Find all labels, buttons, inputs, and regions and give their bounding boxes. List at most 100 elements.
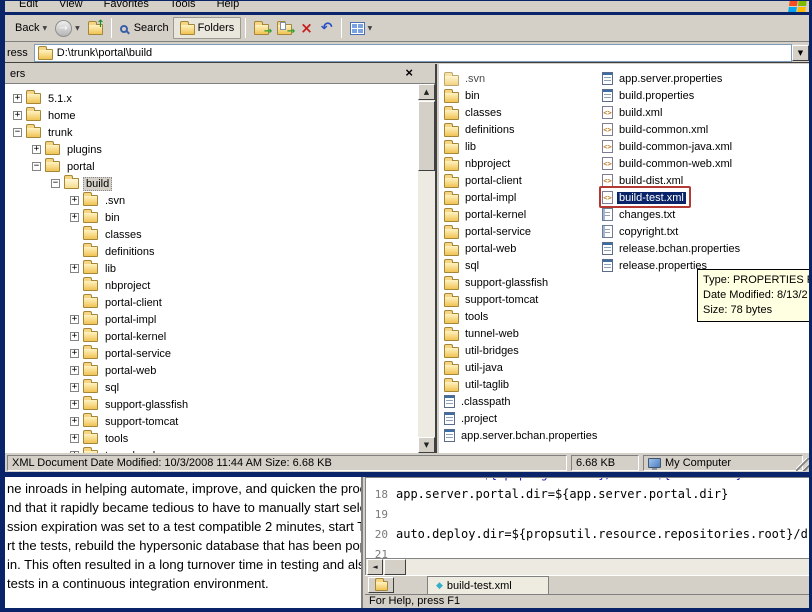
forward-button[interactable]: → ▼ (51, 18, 84, 39)
file-item-support-glassfish[interactable]: support-glassfish (444, 274, 550, 291)
file-item-.svn[interactable]: .svn (444, 70, 487, 87)
menu-item-help[interactable]: Help (217, 1, 240, 10)
expand-icon[interactable]: + (70, 434, 79, 443)
delete-button[interactable]: × (296, 19, 317, 37)
file-item-build-common-web.xml[interactable]: build-common-web.xml (602, 155, 734, 172)
back-button[interactable]: Back ▼ (11, 20, 51, 36)
file-item-classes[interactable]: classes (444, 104, 504, 121)
expand-icon[interactable]: + (70, 264, 79, 273)
file-item-.classpath[interactable]: .classpath (444, 393, 513, 410)
forward-dropdown-icon[interactable]: ▼ (75, 25, 80, 32)
file-item-copyright.txt[interactable]: copyright.txt (602, 223, 680, 240)
up-button[interactable]: ↑ (84, 19, 107, 37)
file-item-sql[interactable]: sql (444, 257, 481, 274)
file-item-release.properties[interactable]: release.properties (602, 257, 709, 274)
file-item-util-taglib[interactable]: util-taglib (444, 376, 511, 393)
file-item-portal-client[interactable]: portal-client (444, 172, 524, 189)
tree-item-definitions[interactable]: definitions (5, 243, 418, 260)
expand-icon[interactable]: + (70, 417, 79, 426)
file-item-build-test.xml[interactable]: build-test.xml (602, 189, 686, 206)
tree-item-lib[interactable]: +lib (5, 260, 418, 277)
hscroll-thumb[interactable] (384, 559, 406, 575)
tree-item-5.1.x[interactable]: +5.1.x (5, 90, 418, 107)
search-button[interactable]: Search (116, 20, 173, 36)
menu-item-tools[interactable]: Tools (170, 1, 196, 10)
collapse-icon[interactable]: − (32, 162, 41, 171)
back-dropdown-icon[interactable]: ▼ (42, 25, 47, 32)
file-item-util-java[interactable]: util-java (444, 359, 505, 376)
copy-to-button[interactable]: → (273, 19, 296, 37)
file-item-build-common-java.xml[interactable]: build-common-java.xml (602, 138, 734, 155)
document-panel[interactable]: ne inroads in helping automate, improve,… (5, 477, 363, 608)
address-input[interactable]: D:\trunk\portal\build (34, 44, 792, 62)
file-item-tunnel-web[interactable]: tunnel-web (444, 325, 521, 342)
expand-icon[interactable]: + (70, 383, 79, 392)
expand-icon[interactable]: + (13, 111, 22, 120)
expand-icon[interactable]: + (70, 349, 79, 358)
file-item-lib[interactable]: lib (444, 138, 478, 155)
move-to-button[interactable]: → (250, 19, 273, 37)
menu-item-edit[interactable]: Edit (19, 1, 38, 10)
scroll-down-icon[interactable]: ▼ (418, 437, 435, 453)
expand-icon[interactable]: + (70, 196, 79, 205)
expand-icon[interactable]: + (70, 332, 79, 341)
close-icon[interactable]: × (405, 66, 413, 80)
menu-item-favorites[interactable]: Favorites (104, 1, 149, 10)
views-button[interactable]: ▼ (346, 20, 377, 37)
menu-item-view[interactable]: View (59, 1, 83, 10)
tree-item-tools[interactable]: +tools (5, 430, 418, 447)
tree-item-portal-kernel[interactable]: +portal-kernel (5, 328, 418, 345)
tree-item-.svn[interactable]: +.svn (5, 192, 418, 209)
folders-button[interactable]: Folders (173, 17, 242, 39)
expand-icon[interactable]: + (70, 400, 79, 409)
expand-icon[interactable]: + (70, 366, 79, 375)
file-item-app.server.bchan.properties[interactable]: app.server.bchan.properties (444, 427, 599, 444)
tree-item-trunk[interactable]: −trunk (5, 124, 418, 141)
scroll-thumb[interactable] (418, 101, 435, 171)
tree-item-sql[interactable]: +sql (5, 379, 418, 396)
collapse-icon[interactable]: − (13, 128, 22, 137)
tree-item-plugins[interactable]: +plugins (5, 141, 418, 158)
tab-build-test-xml[interactable]: ◆ build-test.xml (427, 576, 549, 595)
tree-item-build[interactable]: −build (5, 175, 418, 192)
expand-icon[interactable]: + (32, 145, 41, 154)
tree-item-bin[interactable]: +bin (5, 209, 418, 226)
file-item-portal-impl[interactable]: portal-impl (444, 189, 518, 206)
collapse-icon[interactable]: − (51, 179, 60, 188)
views-dropdown-icon[interactable]: ▼ (368, 25, 373, 32)
address-dropdown-button[interactable]: ▼ (792, 45, 809, 61)
tree-item-home[interactable]: +home (5, 107, 418, 124)
file-item-definitions[interactable]: definitions (444, 121, 517, 138)
file-item-support-tomcat[interactable]: support-tomcat (444, 291, 540, 308)
scroll-left-icon[interactable]: ◄ (367, 559, 383, 575)
file-item-bin[interactable]: bin (444, 87, 482, 104)
scroll-up-icon[interactable]: ▲ (418, 84, 435, 100)
file-item-release.bchan.properties[interactable]: release.bchan.properties (602, 240, 742, 257)
file-item-build.properties[interactable]: build.properties (602, 87, 696, 104)
file-item-nbproject[interactable]: nbproject (444, 155, 512, 172)
file-item-portal-kernel[interactable]: portal-kernel (444, 206, 528, 223)
file-item-changes.txt[interactable]: changes.txt (602, 206, 677, 223)
tree-item-support-tomcat[interactable]: +support-tomcat (5, 413, 418, 430)
expand-icon[interactable]: + (70, 213, 79, 222)
file-item-portal-web[interactable]: portal-web (444, 240, 518, 257)
editor-folder-button[interactable] (368, 577, 394, 593)
expand-icon[interactable]: + (70, 315, 79, 324)
tree-item-portal-service[interactable]: +portal-service (5, 345, 418, 362)
file-item-app.server.properties[interactable]: app.server.properties (602, 70, 724, 87)
tree-item-portal-client[interactable]: portal-client (5, 294, 418, 311)
tree-item-support-glassfish[interactable]: +support-glassfish (5, 396, 418, 413)
file-item-portal-service[interactable]: portal-service (444, 223, 533, 240)
undo-button[interactable]: ↶ (317, 19, 337, 37)
file-item-.project[interactable]: .project (444, 410, 499, 427)
file-item-util-bridges[interactable]: util-bridges (444, 342, 521, 359)
file-item-build.xml[interactable]: build.xml (602, 104, 664, 121)
tree-scrollbar[interactable]: ▲ ▼ (418, 84, 435, 453)
tree-item-portal-web[interactable]: +portal-web (5, 362, 418, 379)
code-area[interactable]: 17<echo file="${lp.plugins.dir}/build.${… (365, 477, 809, 559)
expand-icon[interactable]: + (13, 94, 22, 103)
resize-grip[interactable] (796, 458, 809, 471)
file-item-tools[interactable]: tools (444, 308, 490, 325)
tree-item-nbproject[interactable]: nbproject (5, 277, 418, 294)
tree-item-portal-impl[interactable]: +portal-impl (5, 311, 418, 328)
